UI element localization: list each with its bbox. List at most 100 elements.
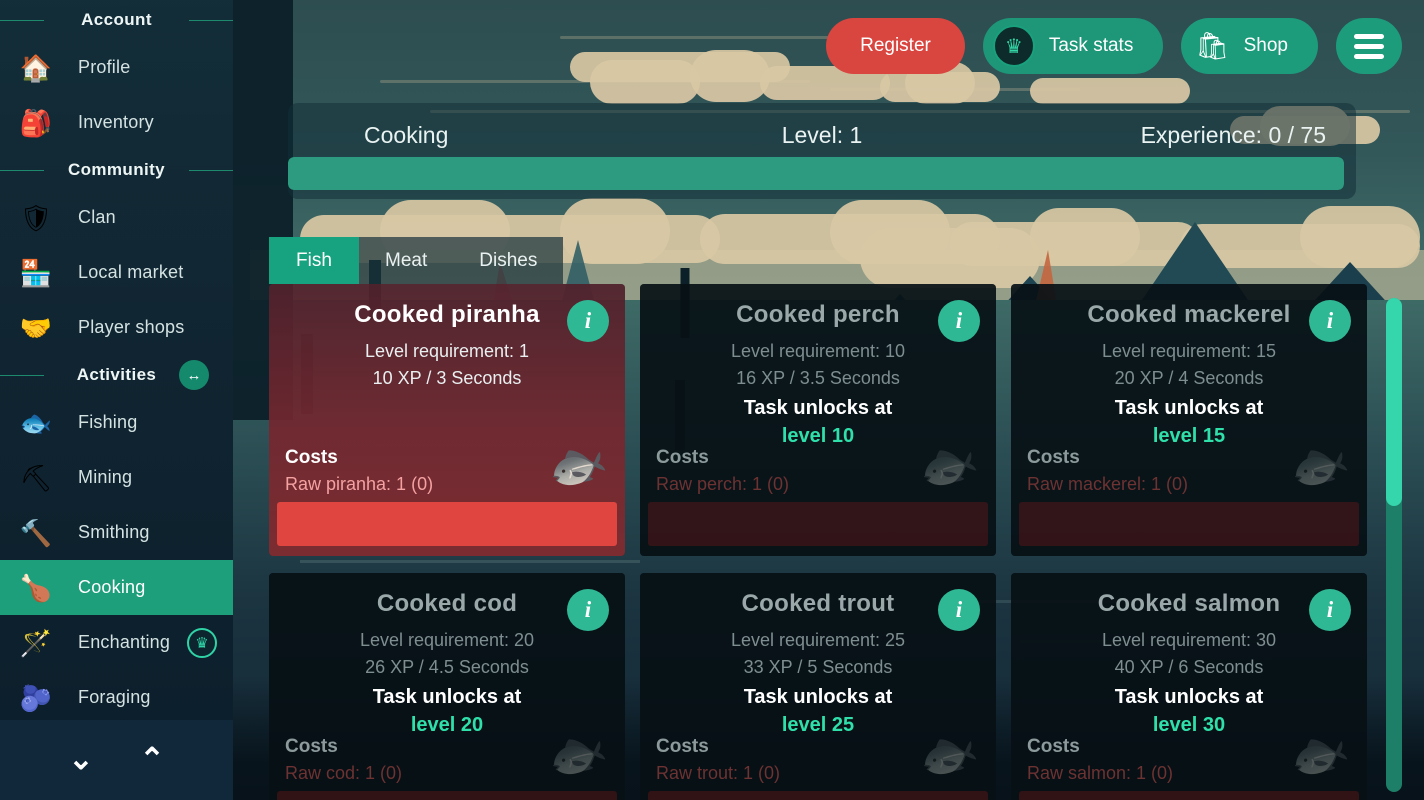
menu-bar	[1354, 33, 1384, 39]
sidebar-section-community: Community	[0, 150, 233, 190]
info-icon[interactable]: i	[938, 300, 980, 342]
card-level-requirement: Level requirement: 20	[359, 630, 535, 650]
sidebar-item-label: Enchanting	[78, 632, 171, 652]
card-progress-bar	[277, 502, 617, 546]
task-card[interactable]: Cooked salmon Level requirement: 30 40 X…	[1011, 573, 1367, 800]
left-right-arrow-icon[interactable]: ↔	[179, 360, 209, 390]
info-icon[interactable]: i	[567, 589, 609, 631]
info-icon[interactable]: i	[1309, 589, 1351, 631]
vertical-scrollbar[interactable]	[1386, 298, 1402, 792]
sidebar-section-activities: Activities ↔	[0, 355, 233, 395]
top-action-bar: Register ♛ Task stats 🛍 Shop	[826, 18, 1402, 74]
task-card[interactable]: Cooked mackerel Level requirement: 15 20…	[1011, 284, 1367, 556]
fish-icon: 🐟	[19, 407, 53, 438]
card-costs-title: Costs	[656, 447, 709, 468]
sidebar-item-label: Cooking	[78, 577, 146, 597]
cloud	[1030, 78, 1190, 104]
sidebar-item-foraging[interactable]: 🫐 Foraging	[0, 670, 233, 725]
tab-meat[interactable]: Meat	[359, 237, 454, 284]
card-progress-bar	[1019, 502, 1359, 546]
sidebar-item-label: Player shops	[78, 317, 185, 337]
pickaxe-icon: ⛏	[19, 462, 53, 493]
card-content: Cooked cod Level requirement: 20 26 XP /…	[269, 573, 625, 800]
info-icon[interactable]: i	[938, 589, 980, 631]
sidebar-section-title: Activities	[76, 365, 157, 384]
card-progress-bar	[648, 791, 988, 800]
skill-info-row: Cooking Level: 1 Experience: 0 / 75	[288, 117, 1356, 153]
info-icon[interactable]: i	[1309, 300, 1351, 342]
card-level-requirement: Level requirement: 30	[1101, 630, 1277, 650]
hamburger-menu-icon[interactable]	[1336, 18, 1402, 74]
task-stats-button[interactable]: ♛ Task stats	[982, 18, 1164, 74]
card-unlock-text: Task unlocks at	[743, 397, 893, 419]
crown-icon: ♛	[992, 25, 1035, 67]
sidebar-item-label: Fishing	[78, 412, 138, 432]
chevron-up-icon[interactable]: ⌃	[140, 745, 165, 775]
magic-wand-icon: 🪄	[19, 627, 53, 658]
tab-fish[interactable]: Fish	[269, 237, 359, 284]
berries-icon: 🫐	[19, 682, 53, 713]
divider-line	[189, 20, 233, 21]
task-card-grid: Cooked piranha Level requirement: 1 10 X…	[269, 284, 1369, 800]
sidebar-item-enchanting[interactable]: 🪄 Enchanting ♛	[0, 615, 233, 670]
category-tabs: Fish Meat Dishes	[269, 237, 564, 284]
card-progress-bar	[277, 791, 617, 800]
card-cost-line: Raw perch: 1 (0)	[656, 474, 790, 494]
card-unlock-text: Task unlocks at	[1114, 686, 1264, 708]
card-title: Cooked piranha	[354, 301, 540, 328]
cooked-poultry-icon: 🍗	[19, 572, 53, 603]
task-card[interactable]: Cooked cod Level requirement: 20 26 XP /…	[269, 573, 625, 800]
card-level-requirement: Level requirement: 15	[1101, 341, 1277, 361]
card-costs: Costs Raw salmon: 1 (0)	[1027, 733, 1173, 787]
card-unlock-text: Task unlocks at	[372, 686, 522, 708]
shop-button[interactable]: 🛍 Shop	[1181, 18, 1318, 74]
chevron-down-icon[interactable]: ⌄	[68, 745, 93, 775]
card-title: Cooked mackerel	[1087, 301, 1291, 328]
card-xp-time: 10 XP / 3 Seconds	[372, 368, 522, 388]
register-button[interactable]: Register	[826, 18, 965, 74]
card-title: Cooked perch	[736, 301, 900, 328]
card-costs: Costs Raw trout: 1 (0)	[656, 733, 780, 787]
card-xp-time: 40 XP / 6 Seconds	[1114, 657, 1264, 677]
sidebar-item-smithing[interactable]: 🔨 Smithing	[0, 505, 233, 560]
sidebar-item-profile[interactable]: 🏠 Profile	[0, 40, 233, 95]
sidebar-item-inventory[interactable]: 🎒 Inventory	[0, 95, 233, 150]
scrollbar-thumb[interactable]	[1386, 298, 1402, 506]
divider-line	[0, 375, 44, 376]
sidebar-item-label: Profile	[78, 57, 131, 77]
sidebar-item-local-market[interactable]: 🏪 Local market	[0, 245, 233, 300]
backpack-icon: 🎒	[19, 107, 53, 138]
sidebar-section-title: Community	[67, 160, 166, 179]
house-icon: 🏠	[19, 52, 53, 83]
hammer-icon: 🔨	[19, 517, 53, 548]
sidebar-item-label: Inventory	[78, 112, 154, 132]
card-content: Cooked perch Level requirement: 10 16 XP…	[640, 284, 996, 556]
sidebar-item-cooking[interactable]: 🍗 Cooking	[0, 560, 233, 615]
sidebar-item-label: Foraging	[78, 687, 151, 707]
task-card[interactable]: Cooked perch Level requirement: 10 16 XP…	[640, 284, 996, 556]
divider-line	[189, 170, 233, 171]
task-card[interactable]: Cooked piranha Level requirement: 1 10 X…	[269, 284, 625, 556]
premium-crown-icon: ♛	[187, 627, 217, 658]
card-content: Cooked salmon Level requirement: 30 40 X…	[1011, 573, 1367, 800]
card-cost-line: Raw cod: 1 (0)	[285, 763, 403, 783]
card-xp-time: 20 XP / 4 Seconds	[1114, 368, 1264, 388]
divider-line	[0, 20, 44, 21]
card-level-requirement: Level requirement: 1	[364, 341, 530, 361]
fish-artwork-icon: 🐟	[540, 431, 614, 500]
card-title: Cooked trout	[741, 590, 895, 617]
sidebar-item-fishing[interactable]: 🐟 Fishing	[0, 395, 233, 450]
tab-label: Meat	[385, 249, 428, 271]
task-card[interactable]: Cooked trout Level requirement: 25 33 XP…	[640, 573, 996, 800]
tab-label: Dishes	[479, 249, 538, 271]
sidebar-section-title: Account	[81, 10, 152, 29]
tab-dishes[interactable]: Dishes	[453, 237, 564, 284]
card-costs-title: Costs	[285, 736, 338, 757]
card-cost-line: Raw piranha: 1 (0)	[285, 474, 434, 494]
card-costs-title: Costs	[285, 447, 338, 468]
sidebar-item-clan[interactable]: 🛡 Clan	[0, 190, 233, 245]
sky-streak	[560, 36, 860, 39]
sidebar-item-player-shops[interactable]: 🤝 Player shops	[0, 300, 233, 355]
sidebar-item-mining[interactable]: ⛏ Mining	[0, 450, 233, 505]
info-icon[interactable]: i	[567, 300, 609, 342]
